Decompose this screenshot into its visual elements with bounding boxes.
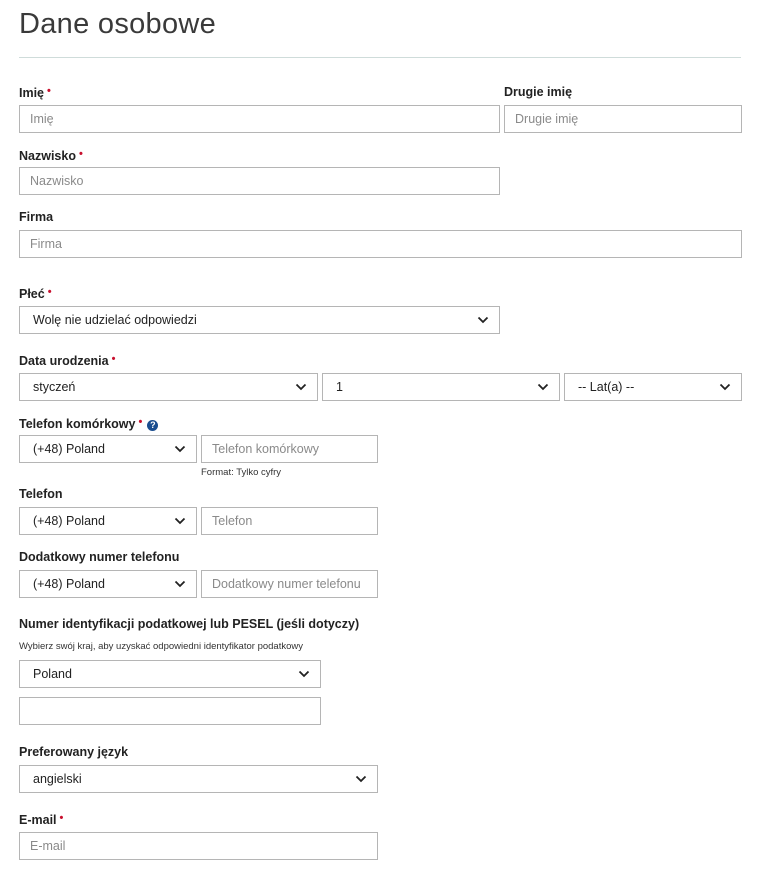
tax-id-country-select[interactable]: Poland	[19, 660, 321, 688]
birth-day-value: 1	[336, 380, 343, 394]
phone-label: Telefon	[19, 487, 63, 501]
required-marker: •	[138, 416, 143, 428]
required-marker: •	[78, 148, 83, 160]
birth-year-select[interactable]: -- Lat(a) --	[564, 373, 742, 401]
title-divider	[19, 57, 741, 58]
additional-phone-input[interactable]	[201, 570, 378, 598]
chevron-down-icon	[174, 445, 186, 453]
mobile-phone-label: Telefon komórkowy •?	[19, 416, 159, 431]
tax-id-input[interactable]	[19, 697, 321, 725]
chevron-down-icon	[298, 670, 310, 678]
required-marker: •	[47, 85, 51, 97]
tax-id-country-value: Poland	[33, 667, 72, 681]
phone-country-select[interactable]: (+48) Poland	[19, 507, 197, 535]
language-select[interactable]: angielski	[19, 765, 378, 793]
middle-name-input[interactable]	[504, 105, 742, 133]
language-label: Preferowany język	[19, 745, 129, 759]
required-marker: •	[59, 812, 64, 824]
last-name-input[interactable]	[19, 167, 500, 195]
mobile-phone-input[interactable]	[201, 435, 378, 463]
email-input[interactable]	[19, 832, 378, 860]
email-label: E-mail •	[19, 812, 63, 827]
tax-id-label: Numer identyfikacji podatkowej lub PESEL…	[19, 617, 360, 631]
first-name-label: Imię •	[19, 85, 51, 100]
additional-phone-country-select[interactable]: (+48) Poland	[19, 570, 197, 598]
gender-label: Płeć •	[19, 286, 52, 301]
chevron-down-icon	[174, 580, 186, 588]
birth-month-select[interactable]: styczeń	[19, 373, 318, 401]
phone-input[interactable]	[201, 507, 378, 535]
chevron-down-icon	[477, 316, 489, 324]
page-title: Dane osobowe	[19, 8, 217, 40]
additional-phone-country-value: (+48) Poland	[33, 577, 105, 591]
company-input[interactable]	[19, 230, 742, 258]
phone-country-value: (+48) Poland	[33, 514, 105, 528]
chevron-down-icon	[719, 383, 731, 391]
middle-name-label: Drugie imię	[504, 85, 573, 99]
language-select-value: angielski	[33, 772, 82, 786]
required-marker: •	[47, 286, 52, 298]
gender-label-text: Płeć	[19, 287, 45, 301]
chevron-down-icon	[174, 517, 186, 525]
tax-id-hint: Wybierz swój kraj, aby uzyskać odpowiedn…	[19, 641, 303, 652]
mobile-phone-format-hint: Format: Tylko cyfry	[201, 467, 282, 478]
chevron-down-icon	[537, 383, 549, 391]
gender-select[interactable]: Wolę nie udzielać odpowiedzi	[19, 306, 500, 334]
question-circle-icon[interactable]: ?	[147, 420, 159, 431]
chevron-down-icon	[295, 383, 307, 391]
birth-date-label-text: Data urodzenia	[19, 354, 109, 368]
birth-day-select[interactable]: 1	[322, 373, 560, 401]
birth-month-value: styczeń	[33, 380, 76, 394]
last-name-label: Nazwisko •	[19, 148, 83, 163]
first-name-label-text: Imię	[19, 86, 45, 100]
company-label: Firma	[19, 210, 54, 224]
chevron-down-icon	[355, 775, 367, 783]
first-name-input[interactable]	[19, 105, 500, 133]
mobile-phone-country-value: (+48) Poland	[33, 442, 105, 456]
email-label-text: E-mail	[19, 813, 57, 827]
mobile-phone-country-select[interactable]: (+48) Poland	[19, 435, 197, 463]
last-name-label-text: Nazwisko	[19, 149, 76, 163]
additional-phone-label: Dodatkowy numer telefonu	[19, 550, 180, 564]
required-marker: •	[111, 353, 116, 365]
birth-year-value: -- Lat(a) --	[578, 380, 635, 394]
gender-select-value: Wolę nie udzielać odpowiedzi	[33, 313, 197, 327]
birth-date-label: Data urodzenia •	[19, 353, 115, 368]
mobile-phone-label-text: Telefon komórkowy	[19, 417, 136, 431]
